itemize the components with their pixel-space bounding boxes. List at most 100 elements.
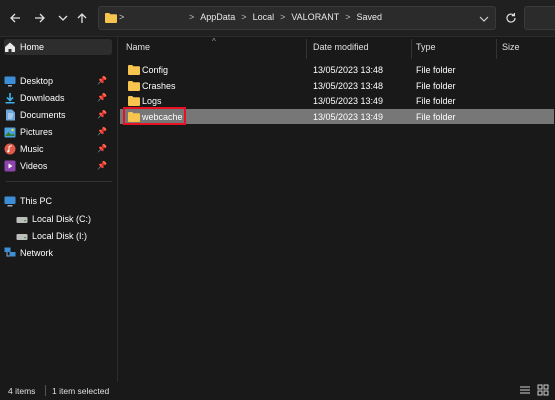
videos-icon <box>4 160 16 172</box>
sidebar-item-desktop[interactable]: Desktop 📌 <box>4 73 112 89</box>
sidebar-item-label: Network <box>20 248 54 258</box>
sidebar-item-network[interactable]: Network <box>4 245 112 261</box>
large-icons-view-icon[interactable] <box>537 384 549 396</box>
sidebar-item-music[interactable]: Music 📌 <box>4 141 112 157</box>
column-header-type[interactable]: Type <box>416 42 436 52</box>
chevron-down-icon <box>58 15 68 21</box>
table-row-selected[interactable]: webcache 13/05/2023 13:49 File folder <box>120 107 554 125</box>
breadcrumb-chevron[interactable]: > <box>241 12 246 22</box>
drive-icon <box>16 230 28 242</box>
sidebar-item-downloads[interactable]: Downloads 📌 <box>4 90 112 106</box>
details-view-icon[interactable] <box>519 384 531 396</box>
file-name: Crashes <box>142 81 176 91</box>
sidebar-item-label: Local Disk (C:) <box>32 214 92 224</box>
folder-icon <box>128 81 140 91</box>
sidebar-item-videos[interactable]: Videos 📌 <box>4 158 112 174</box>
table-row[interactable]: Logs 13/05/2023 13:49 File folder <box>120 93 554 108</box>
this-pc-icon <box>4 195 16 207</box>
status-divider <box>45 385 46 396</box>
folder-icon <box>128 96 140 106</box>
column-header-name[interactable]: Name <box>126 42 150 52</box>
desktop-icon <box>4 75 16 87</box>
sidebar-item-label: Videos <box>20 161 48 171</box>
arrow-up-icon <box>77 13 87 23</box>
folder-icon <box>128 112 140 122</box>
address-root-chevron[interactable]: > <box>119 12 124 22</box>
file-list: ^ Name Date modified Type Size Config 13… <box>118 37 555 382</box>
sidebar-item-home[interactable]: Home <box>4 39 112 55</box>
recent-locations-button[interactable] <box>54 9 72 27</box>
status-item-count: 4 items <box>8 386 36 396</box>
pin-icon[interactable]: 📌 <box>97 93 107 102</box>
navigation-pane: Home Desktop 📌 Downloads 📌 Documents 📌 P… <box>0 37 117 382</box>
chevron-down-icon[interactable] <box>479 15 489 23</box>
sidebar-item-this-pc[interactable]: This PC <box>4 193 112 209</box>
file-type: File folder <box>416 112 456 122</box>
network-icon <box>4 247 16 259</box>
file-date-modified: 13/05/2023 13:48 <box>313 81 384 91</box>
sidebar-item-label: Documents <box>20 110 66 120</box>
file-type: File folder <box>416 65 456 75</box>
file-type: File folder <box>416 96 456 106</box>
pin-icon[interactable]: 📌 <box>97 144 107 153</box>
column-header-size[interactable]: Size <box>502 42 520 52</box>
sidebar-divider <box>6 181 112 182</box>
breadcrumb-local[interactable]: Local <box>253 12 275 22</box>
file-date-modified: 13/05/2023 13:48 <box>313 65 384 75</box>
pin-icon[interactable]: 📌 <box>97 127 107 136</box>
file-name: Config <box>142 65 169 75</box>
file-date-modified: 13/05/2023 13:49 <box>313 112 384 122</box>
address-bar[interactable]: > > AppData > Local > VALORANT > Saved <box>98 6 496 30</box>
sidebar-item-label: Music <box>20 144 44 154</box>
breadcrumb: > AppData > Local > VALORANT > Saved <box>189 12 382 22</box>
sidebar-item-label: Pictures <box>20 127 53 137</box>
sort-caret-icon: ^ <box>212 37 216 46</box>
refresh-button[interactable] <box>503 9 519 27</box>
forward-button[interactable] <box>31 9 49 27</box>
refresh-icon <box>506 13 516 23</box>
sidebar-item-label: Desktop <box>20 76 54 86</box>
breadcrumb-chevron[interactable]: > <box>189 12 194 22</box>
file-name: webcache <box>142 112 183 122</box>
column-divider[interactable] <box>496 39 497 59</box>
search-input[interactable] <box>524 6 555 30</box>
pin-icon[interactable]: 📌 <box>97 110 107 119</box>
back-button[interactable] <box>6 9 24 27</box>
sidebar-item-label: This PC <box>20 196 53 206</box>
sidebar-item-local-disk-i[interactable]: Local Disk (I:) <box>16 228 112 244</box>
pin-icon[interactable]: 📌 <box>97 161 107 170</box>
table-row[interactable]: Config 13/05/2023 13:48 File folder <box>120 62 554 77</box>
column-divider[interactable] <box>411 39 412 59</box>
downloads-icon <box>4 92 16 104</box>
arrow-left-icon <box>10 13 20 23</box>
breadcrumb-valorant[interactable]: VALORANT <box>291 12 339 22</box>
folder-icon <box>105 13 117 23</box>
home-icon <box>4 41 16 53</box>
file-type: File folder <box>416 81 456 91</box>
arrow-right-icon <box>35 13 45 23</box>
status-selection: 1 item selected <box>52 386 110 396</box>
pictures-icon <box>4 126 16 138</box>
title-toolbar: > > AppData > Local > VALORANT > Saved <box>0 0 555 37</box>
sidebar-item-pictures[interactable]: Pictures 📌 <box>4 124 112 140</box>
sidebar-item-local-disk-c[interactable]: Local Disk (C:) <box>16 211 112 227</box>
sidebar-item-documents[interactable]: Documents 📌 <box>4 107 112 123</box>
sidebar-item-label: Home <box>20 42 45 52</box>
drive-icon <box>16 213 28 225</box>
sidebar-item-label: Local Disk (I:) <box>32 231 88 241</box>
pin-icon[interactable]: 📌 <box>97 76 107 85</box>
up-button[interactable] <box>73 9 91 27</box>
file-date-modified: 13/05/2023 13:49 <box>313 96 384 106</box>
file-name: Logs <box>142 96 162 106</box>
breadcrumb-chevron[interactable]: > <box>280 12 285 22</box>
breadcrumb-chevron[interactable]: > <box>345 12 350 22</box>
column-header-date-modified[interactable]: Date modified <box>313 42 369 52</box>
column-divider[interactable] <box>306 39 307 59</box>
table-row[interactable]: Crashes 13/05/2023 13:48 File folder <box>120 78 554 93</box>
status-bar: 4 items 1 item selected <box>0 382 555 400</box>
folder-icon <box>128 65 140 75</box>
breadcrumb-appdata[interactable]: AppData <box>200 12 235 22</box>
breadcrumb-saved[interactable]: Saved <box>356 12 382 22</box>
documents-icon <box>4 109 16 121</box>
music-icon <box>4 143 16 155</box>
